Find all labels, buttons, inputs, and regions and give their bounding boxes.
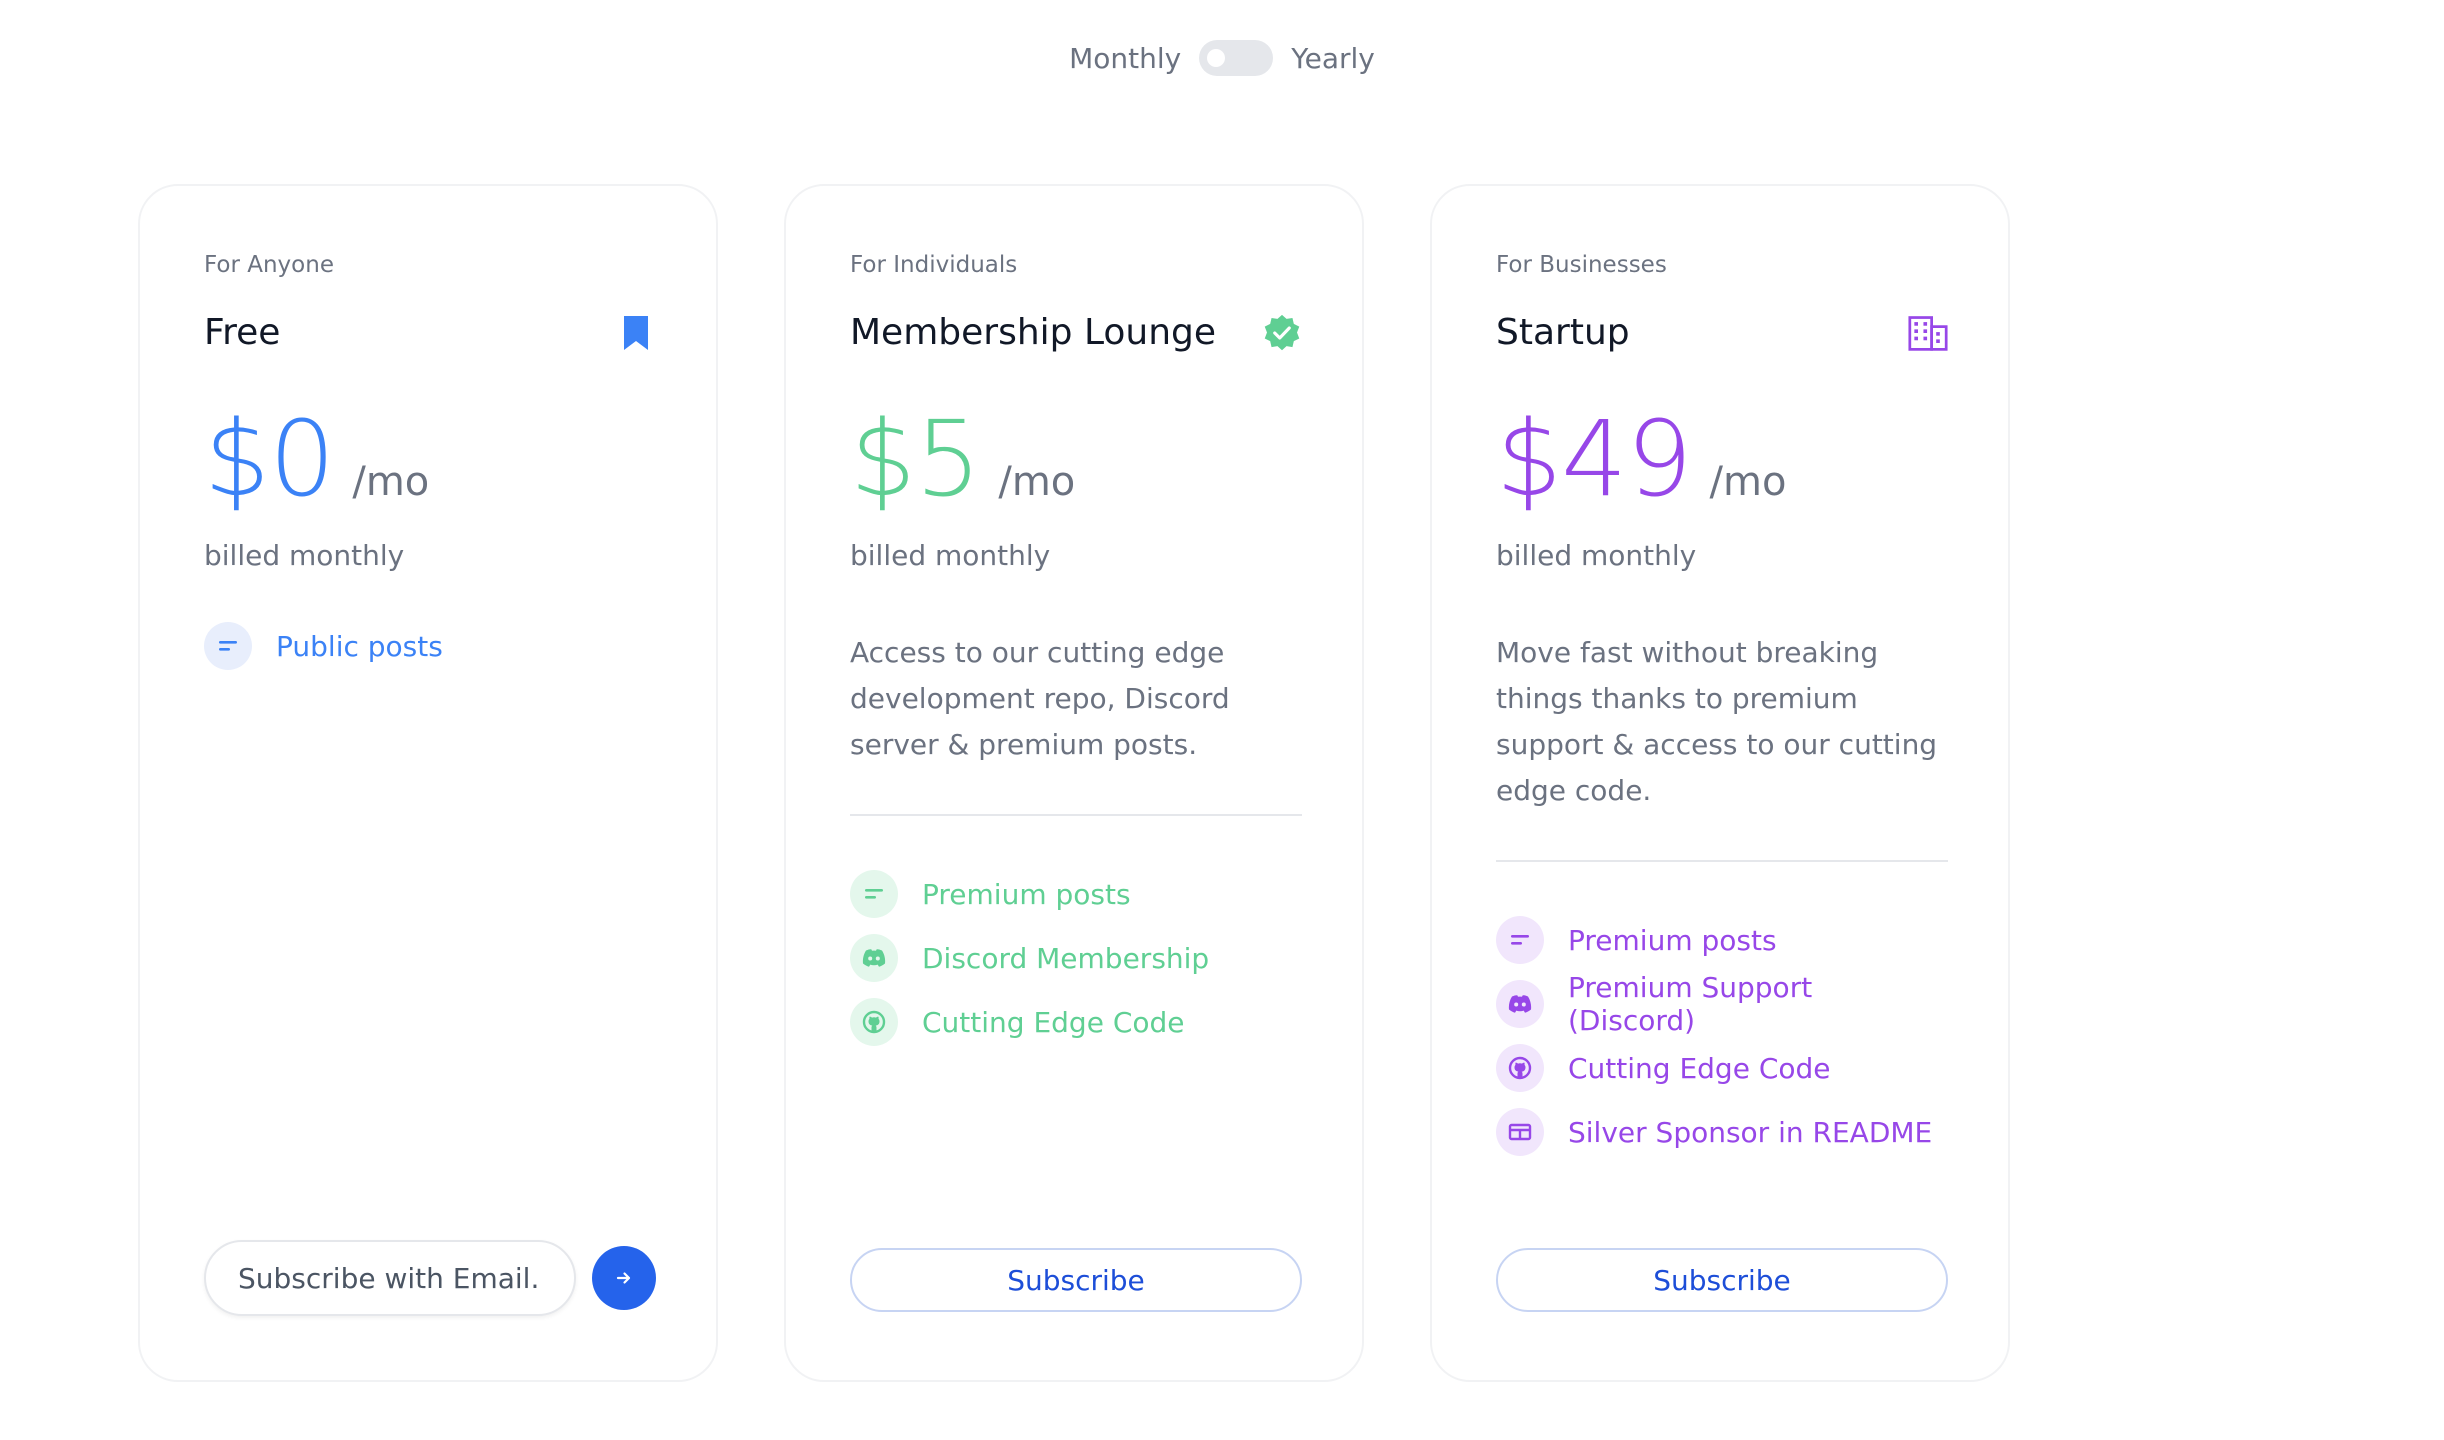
feature-label: Premium posts (1568, 923, 1777, 957)
price-row: $5 /mo (850, 407, 1298, 511)
subscribe-button[interactable]: Subscribe (1496, 1248, 1948, 1312)
divider (850, 814, 1302, 816)
feature-item: Cutting Edge Code (850, 990, 1298, 1054)
verified-badge-icon (1262, 313, 1302, 353)
plan-description: Move fast without breaking things thanks… (1496, 636, 1938, 807)
plan-card-free: For Anyone Free $0 /mo billed monthly Pu… (138, 184, 718, 1382)
plan-price: $0 (204, 398, 335, 520)
subscribe-button[interactable]: Subscribe (850, 1248, 1302, 1312)
plan-title: Startup (1496, 312, 1630, 353)
feature-label: Cutting Edge Code (922, 1005, 1185, 1039)
plan-price: $49 (1496, 398, 1693, 520)
price-row: $49 /mo (1496, 407, 1944, 511)
plan-title-row: Startup (1496, 312, 1948, 353)
text-lines-icon (850, 870, 898, 918)
plan-card-membership: For Individuals Membership Lounge $5 /mo… (784, 184, 1364, 1382)
building-icon (1908, 313, 1948, 353)
feature-item: Public posts (204, 614, 652, 678)
text-lines-icon (1496, 916, 1544, 964)
billing-note: billed monthly (1496, 539, 1697, 572)
email-submit-button[interactable] (592, 1246, 656, 1310)
plan-title: Free (204, 312, 281, 353)
plan-price: $5 (850, 398, 981, 520)
card-footer: Subscribe (850, 1248, 1302, 1316)
feature-item: Cutting Edge Code (1496, 1036, 1944, 1100)
feature-item: Silver Sponsor in README (1496, 1100, 1944, 1164)
github-icon (850, 998, 898, 1046)
card-footer (204, 1240, 656, 1316)
billing-period-switch[interactable] (1199, 40, 1274, 76)
feature-label: Silver Sponsor in README (1568, 1115, 1933, 1149)
pricing-cards: For Anyone Free $0 /mo billed monthly Pu… (138, 184, 2010, 1382)
feature-list: Premium posts Premium Support (Discord) … (1496, 908, 1944, 1164)
sponsor-card-icon (1496, 1108, 1544, 1156)
feature-item: Premium posts (850, 862, 1298, 926)
feature-item: Premium Support (Discord) (1496, 971, 1944, 1037)
billing-toggle: Monthly Yearly (0, 40, 2444, 76)
plan-title-row: Free (204, 312, 656, 353)
plan-title: Membership Lounge (850, 312, 1217, 353)
feature-label: Premium Support (Discord) (1568, 971, 1813, 1037)
feature-label: Premium posts (922, 877, 1131, 911)
switch-knob (1207, 49, 1226, 67)
plan-description: Access to our cutting edge development r… (850, 636, 1230, 761)
email-subscribe-row (204, 1240, 656, 1316)
plan-card-startup: For Businesses Startup $49 /mo billed mo… (1430, 184, 2010, 1382)
discord-icon (850, 934, 898, 982)
feature-label: Public posts (276, 629, 443, 663)
bookmark-icon (616, 313, 656, 353)
discord-icon (1496, 980, 1544, 1028)
feature-item: Premium posts (1496, 908, 1944, 972)
card-footer: Subscribe (1496, 1248, 1948, 1316)
feature-label: Discord Membership (922, 941, 1210, 975)
email-field[interactable] (204, 1240, 576, 1316)
price-period: /mo (352, 459, 430, 505)
monthly-label[interactable]: Monthly (1069, 42, 1181, 75)
feature-list: Public posts (204, 614, 652, 678)
plan-eyebrow: For Individuals (850, 252, 1018, 278)
feature-item: Discord Membership (850, 926, 1298, 990)
price-period: /mo (998, 459, 1076, 505)
divider (1496, 860, 1948, 862)
billing-note: billed monthly (850, 539, 1051, 572)
price-period: /mo (1709, 459, 1787, 505)
price-row: $0 /mo (204, 407, 652, 511)
plan-eyebrow: For Businesses (1496, 252, 1667, 278)
yearly-label[interactable]: Yearly (1291, 42, 1375, 75)
feature-list: Premium posts Discord Membership Cutting… (850, 862, 1298, 1054)
text-lines-icon (204, 622, 252, 670)
github-icon (1496, 1044, 1544, 1092)
plan-title-row: Membership Lounge (850, 312, 1302, 353)
plan-eyebrow: For Anyone (204, 252, 334, 278)
arrow-right-icon (616, 1272, 631, 1284)
feature-label: Cutting Edge Code (1568, 1051, 1831, 1085)
billing-note: billed monthly (204, 539, 405, 572)
